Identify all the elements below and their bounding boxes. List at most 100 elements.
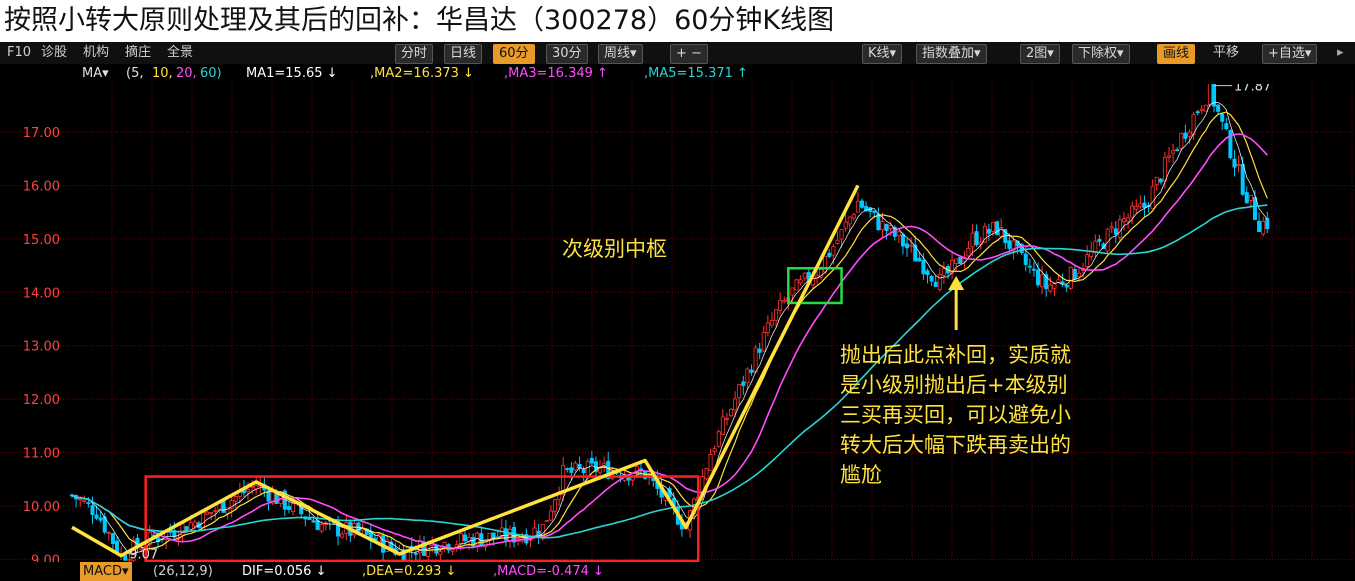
y-tick-label: 17.00 xyxy=(23,126,60,141)
panorama-link[interactable]: 全景 xyxy=(164,44,196,62)
zhaizhuang-link[interactable]: 摘庄 xyxy=(122,44,154,62)
tab-fenshi[interactable]: 分时 xyxy=(395,44,434,64)
explanation-line: 转大后大幅下跌再卖出的 xyxy=(840,433,1071,457)
candle-body xyxy=(188,522,193,530)
page-title: 按照小转大原则处理及其后的回补：华昌达（300278）60分钟K线图 xyxy=(0,0,1355,42)
f10-link[interactable]: F10 xyxy=(4,44,34,62)
macd-legend: MACD▾ (26,12,9) DIF=0.056 ↓ ,DEA=0.293 ↓… xyxy=(0,562,1355,581)
candle-body xyxy=(246,489,251,492)
rights-menu[interactable]: 下除权▾ xyxy=(1072,44,1130,64)
candle-body xyxy=(954,258,959,264)
kline-chart-area[interactable]: 17.00 16.00 15.00 14.00 13.00 12.00 11.00 10.00… xyxy=(0,84,1355,562)
candle-body xyxy=(1261,220,1266,235)
candle-body xyxy=(1257,220,1262,233)
candle-body xyxy=(749,369,754,373)
two-charts-menu[interactable]: 2图▾ xyxy=(1020,44,1060,64)
candle-body xyxy=(319,523,324,532)
candle-body xyxy=(1105,228,1110,252)
candle-body xyxy=(1040,274,1045,288)
candle-body xyxy=(1224,123,1229,130)
candle-body xyxy=(1232,158,1237,168)
candle-body xyxy=(790,287,795,296)
candle-body xyxy=(340,533,345,538)
dif-value: DIF=0.056 ↓ xyxy=(242,564,327,579)
candle-body xyxy=(1138,203,1143,207)
candle-body xyxy=(458,532,463,544)
dea-value: ,DEA=0.293 ↓ xyxy=(362,564,457,579)
candle-body xyxy=(1236,163,1241,167)
candle-body xyxy=(847,216,852,225)
y-tick-label: 15.00 xyxy=(23,233,60,248)
ma-param-5: (5, xyxy=(126,66,144,81)
explanation-text: 抛出后此点补回，实质就 是小级别抛出后+本级别 三买再买回，可以避免小 转大后大… xyxy=(840,340,1071,490)
institution-link[interactable]: 机构 xyxy=(80,44,112,62)
candle-body xyxy=(970,232,975,248)
y-tick-label: 10.00 xyxy=(23,500,60,515)
scroll-right-icon[interactable]: ▸ xyxy=(1334,44,1347,62)
candle-body xyxy=(581,469,586,474)
kline-menu[interactable]: K线▾ xyxy=(862,44,903,64)
candle-body xyxy=(94,514,99,519)
candle-body xyxy=(958,257,963,265)
candle-body xyxy=(438,551,443,556)
candle-body xyxy=(544,520,549,522)
candle-body xyxy=(1187,131,1192,137)
candle-body xyxy=(1203,104,1208,112)
toolbar: F10 诊股 机构 摘庄 全景 分时 日线 60分 30分 周线▾ + − K线… xyxy=(0,42,1355,65)
candle-body xyxy=(1150,185,1155,210)
candle-body xyxy=(1072,269,1077,280)
candle-body xyxy=(774,309,779,321)
candle-body xyxy=(413,552,418,555)
candle-body xyxy=(794,279,799,291)
y-tick-label: 13.00 xyxy=(23,340,60,355)
candle-body xyxy=(1027,265,1032,268)
explanation-line: 是小级别抛出后+本级别 xyxy=(840,373,1068,397)
candle-body xyxy=(1068,267,1073,289)
candle-body xyxy=(536,530,541,537)
candle-body xyxy=(286,506,291,510)
candle-body xyxy=(1126,217,1131,222)
candle-body xyxy=(884,224,889,231)
candle-body xyxy=(704,468,709,480)
candle-body xyxy=(98,517,103,521)
candle-body xyxy=(982,225,987,243)
zoom-buttons[interactable]: + − xyxy=(670,44,708,64)
candle-body xyxy=(1056,279,1061,283)
candle-body xyxy=(1167,155,1172,158)
ma1-value: MA1=15.65 ↓ xyxy=(246,66,338,81)
tab-weekly[interactable]: 周线▾ xyxy=(598,44,643,64)
candle-body xyxy=(1195,111,1200,114)
candle-body xyxy=(479,533,484,546)
ma-param-20: 20, xyxy=(176,66,197,81)
candle-body xyxy=(315,520,320,531)
index-overlay-menu[interactable]: 指数叠加▾ xyxy=(916,44,987,64)
kline-chart[interactable]: 17.00 16.00 15.00 14.00 13.00 12.00 11.00 10.00… xyxy=(0,84,1355,562)
macd-menu-button[interactable]: MACD▾ xyxy=(80,562,132,581)
candle-body xyxy=(720,416,725,435)
tab-30min[interactable]: 30分 xyxy=(546,44,588,64)
candle-body xyxy=(757,348,762,353)
candle-body xyxy=(737,384,742,399)
tab-60min[interactable]: 60分 xyxy=(493,44,535,64)
candle-body xyxy=(1093,240,1098,253)
y-tick-label: 12.00 xyxy=(23,393,60,408)
add-watchlist-button[interactable]: +自选▾ xyxy=(1262,44,1318,64)
candle-body xyxy=(880,221,885,231)
candle-body xyxy=(900,234,905,247)
candle-body xyxy=(765,322,770,333)
candle-body xyxy=(78,498,83,501)
candle-body xyxy=(1216,104,1221,112)
candle-body xyxy=(896,231,901,237)
candle-body xyxy=(782,300,787,303)
explanation-line: 三买再买回，可以避免小 xyxy=(840,403,1071,427)
pan-button[interactable]: 平移 xyxy=(1210,44,1242,62)
draw-line-button[interactable]: 画线 xyxy=(1157,44,1196,64)
candle-body xyxy=(1244,192,1249,204)
ma-menu-button[interactable]: MA▾ xyxy=(82,64,109,84)
candle-body xyxy=(1007,240,1012,249)
y-tick-label: 14.00 xyxy=(23,286,60,301)
tab-daily[interactable]: 日线 xyxy=(444,44,483,64)
candle-body xyxy=(1154,176,1159,186)
candle-body xyxy=(937,273,942,290)
diagnose-link[interactable]: 诊股 xyxy=(38,44,70,62)
